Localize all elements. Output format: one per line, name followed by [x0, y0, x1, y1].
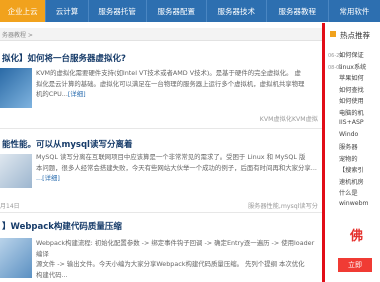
- nav-item-cloud-enterprise[interactable]: 企业上云: [0, 0, 47, 22]
- sidebar-item-label: 苹果如何: [339, 75, 364, 82]
- sidebar-item-date: 06-20: [328, 53, 343, 59]
- nav-item-server-tutorial[interactable]: 服务器教程: [267, 0, 329, 22]
- sidebar-hot-item[interactable]: Windo: [328, 131, 358, 142]
- article-thumbnail[interactable]: [0, 154, 32, 188]
- sidebar-item-label: IIS+ASP: [339, 119, 364, 126]
- article-title[interactable]: 拟化】如何将一台服务器虚拟化?: [2, 52, 126, 64]
- sidebar-hot-item[interactable]: 如何查找: [328, 85, 364, 96]
- sidebar-item-label: 速机机房: [339, 178, 364, 186]
- article-thumbnail[interactable]: [0, 238, 32, 278]
- article-thumbnail[interactable]: [0, 68, 32, 108]
- sidebar-hot-item[interactable]: winwebm: [328, 200, 369, 211]
- top-nav: 企业上云 云计算 服务器托管 服务器配置 服务器技术 服务器教程 常用软件: [0, 0, 380, 22]
- sidebar-title: 热点推荐: [340, 31, 370, 40]
- article-summary: Webpack构建流程: 初始化配置参数 -> 绑定事件钩子回调 -> 确定En…: [36, 239, 315, 279]
- sidebar-item-label: linux系统: [339, 63, 367, 71]
- promo-text[interactable]: 佛: [350, 225, 363, 244]
- sidebar-item-label: 如何使用: [339, 98, 364, 105]
- sidebar-hot-item[interactable]: IIS+ASP: [328, 119, 364, 130]
- sidebar-item-label: 如何查找: [339, 86, 364, 94]
- red-annotation-stroke: [322, 23, 325, 282]
- sidebar-hot-item[interactable]: 06-20如何保证: [328, 50, 364, 61]
- read-more-link[interactable]: [详细]: [68, 90, 86, 98]
- sidebar-hot-item[interactable]: 什么是: [328, 188, 358, 199]
- sidebar-item-label: 电脑的机: [339, 109, 364, 117]
- sidebar-hot-item[interactable]: 宠物的: [328, 154, 358, 165]
- sidebar-item-date: 08-02: [328, 64, 343, 71]
- article-tags[interactable]: 服务器性能,mysql读写分: [248, 201, 318, 210]
- sidebar-item-label: 【搜索引: [339, 167, 364, 174]
- read-more-link[interactable]: ...[详细]: [36, 173, 318, 184]
- sidebar-hot-item[interactable]: 服务器: [328, 142, 358, 153]
- nav-item-server-tech[interactable]: 服务器技术: [207, 0, 267, 22]
- sidebar-item-label: Windo: [339, 130, 359, 138]
- sidebar-hot-item[interactable]: 苹果如何: [328, 73, 364, 84]
- nav-item-server-hosting[interactable]: 服务器托管: [89, 0, 147, 22]
- sidebar-item-label: 服务器: [339, 144, 358, 151]
- sidebar-hot-item[interactable]: 如何使用: [328, 96, 364, 107]
- nav-item-cloud-computing[interactable]: 云计算: [46, 0, 89, 22]
- sidebar-hot-item[interactable]: 08-02linux系统: [328, 62, 366, 73]
- sidebar-hot-item[interactable]: 电脑的机: [328, 108, 364, 119]
- nav-item-common-software[interactable]: 常用软件: [329, 0, 380, 22]
- sidebar-item-label: 什么是: [339, 190, 358, 197]
- sidebar-hot-item[interactable]: 【搜索引: [328, 165, 364, 176]
- breadcrumb: 务器教程 >: [0, 28, 322, 41]
- article-date: 月14日: [0, 203, 20, 210]
- sidebar-item-label: winwebm: [339, 199, 369, 207]
- article-title[interactable]: 】Webpack构建代码质量压缩: [2, 220, 122, 232]
- article-title[interactable]: 能性能。可以从mysql读写分离着: [2, 138, 132, 150]
- article-tags[interactable]: KVM虚拟化KVM虚拟: [260, 114, 318, 123]
- breadcrumb-text[interactable]: 务器教程 >: [2, 30, 33, 39]
- sidebar-item-label: 如何保证: [339, 52, 364, 59]
- divider: [0, 128, 322, 129]
- article-summary: KVM的虚拟化需要硬件支持(如Intel VT技术或者AMD V技术)。是基于硬…: [36, 69, 305, 98]
- divider: [0, 212, 322, 213]
- section-marker-icon: [330, 31, 336, 37]
- sidebar-hot-item[interactable]: 速机机房: [328, 177, 364, 188]
- sidebar-item-label: 宠物的: [339, 155, 358, 163]
- promo-button[interactable]: 立即: [338, 258, 372, 272]
- nav-item-server-config[interactable]: 服务器配置: [147, 0, 207, 22]
- article-summary: MySQL 读写分离在互联网项目中应该算是一个非常常见的需求了。受困于 Linu…: [36, 153, 318, 184]
